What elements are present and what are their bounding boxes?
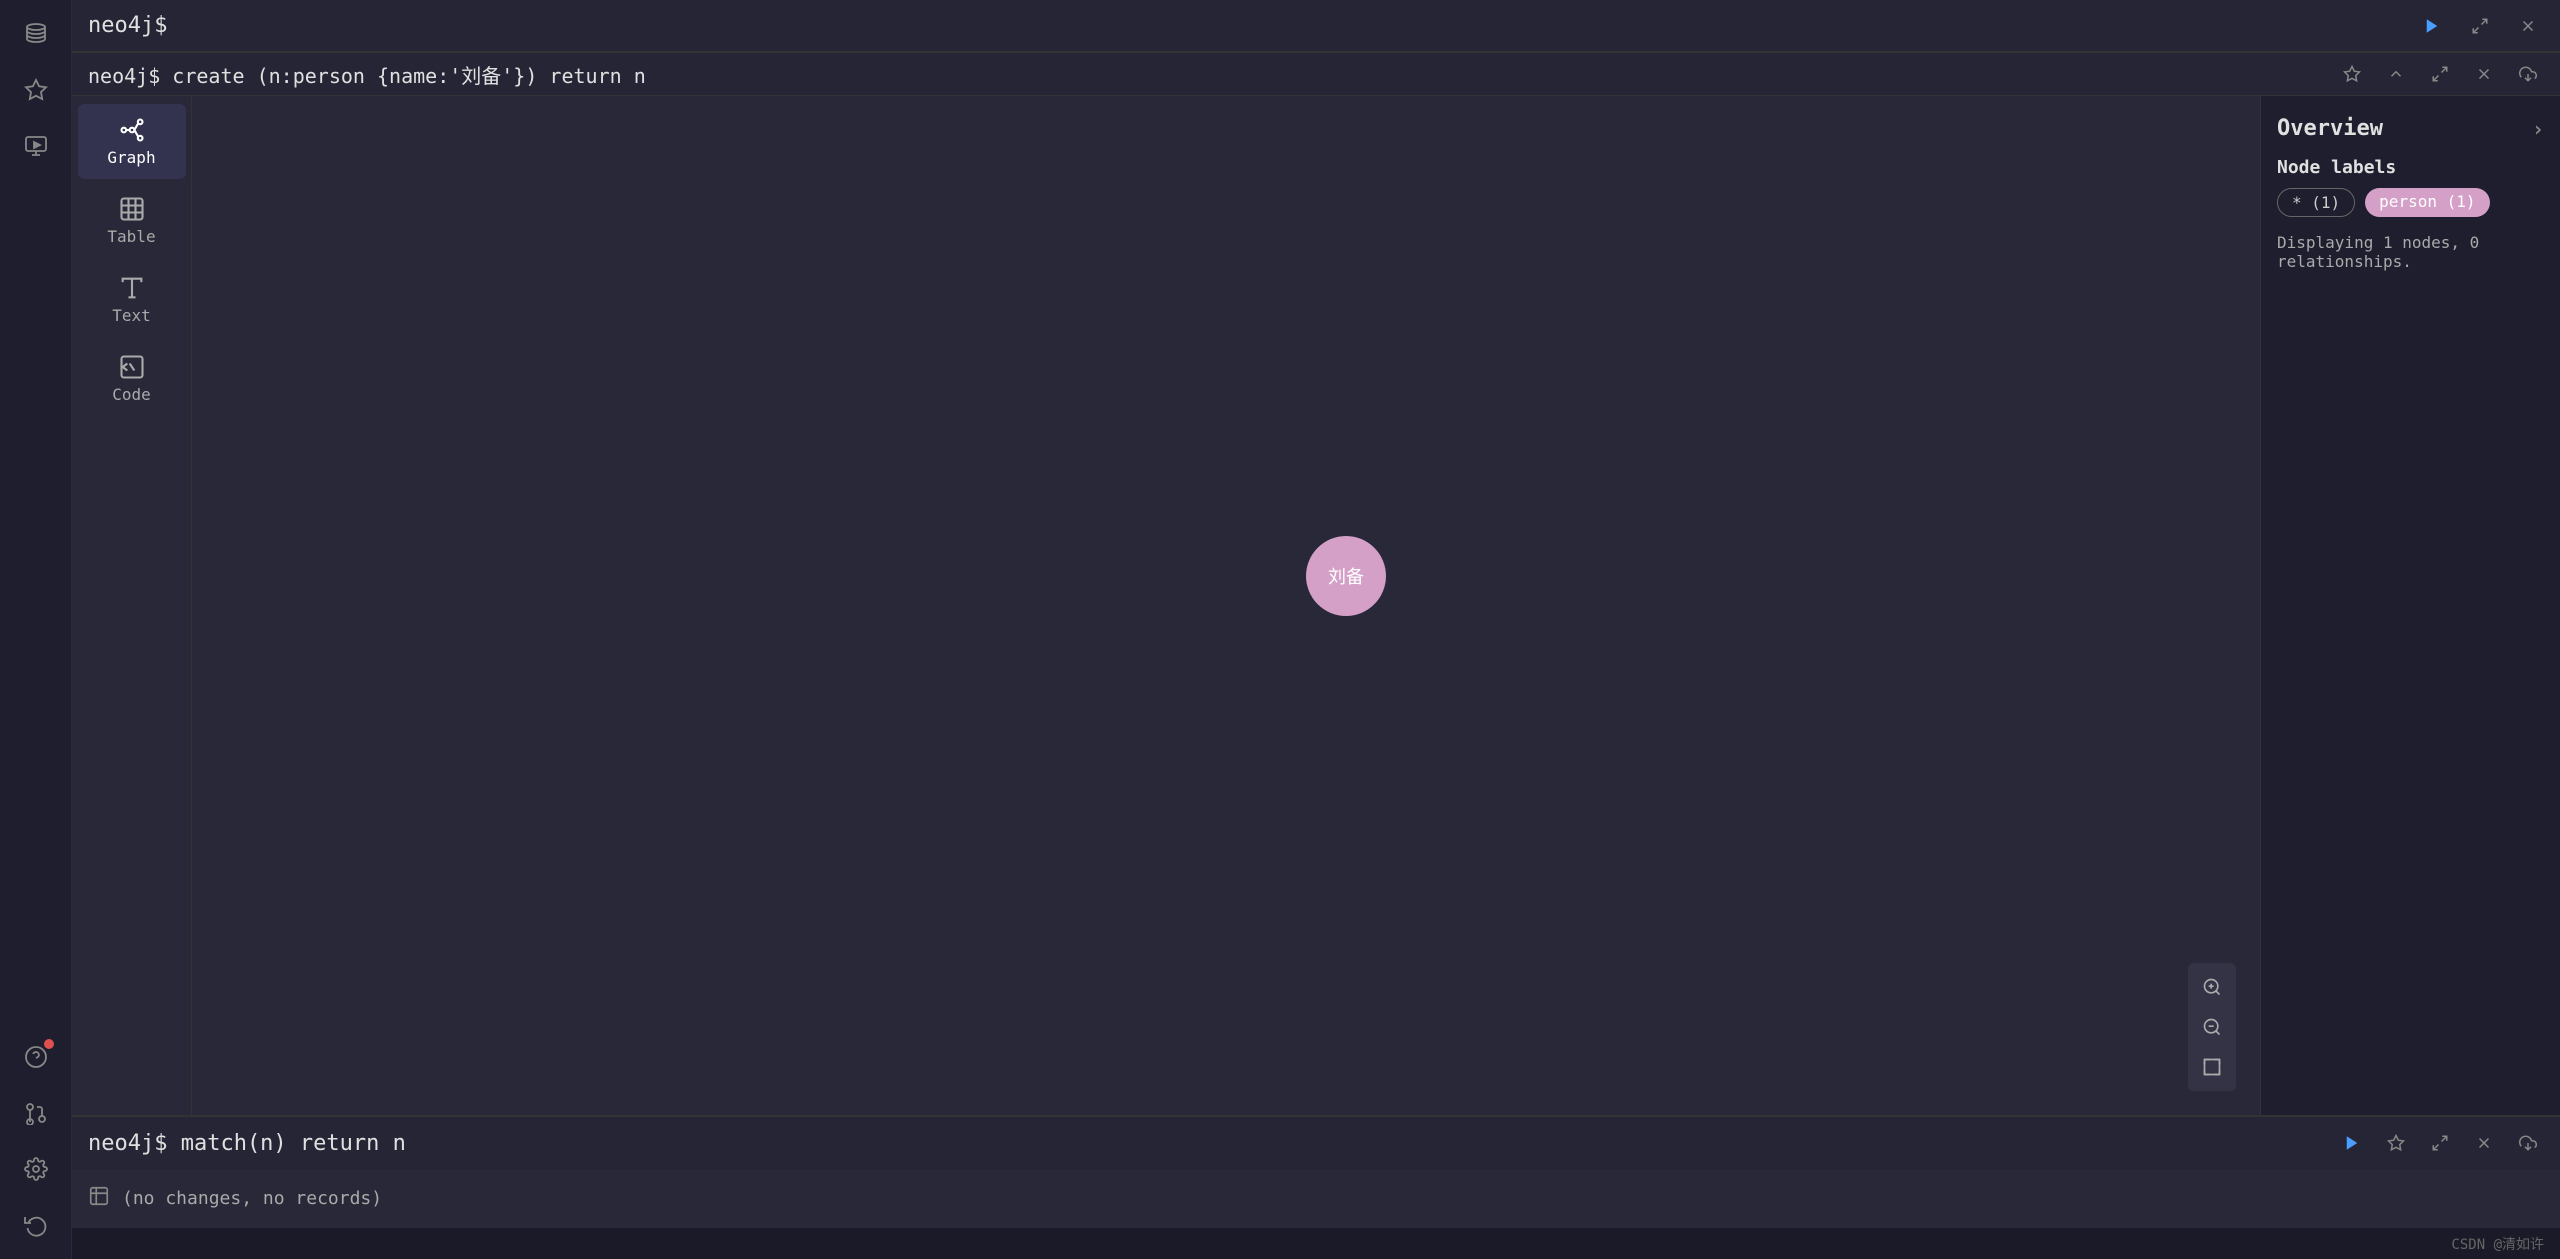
top-bar-query: neo4j$ <box>88 13 167 38</box>
sidebar <box>0 0 72 1259</box>
help-icon[interactable] <box>12 1033 60 1081</box>
bottom-run-button[interactable] <box>2336 1127 2368 1159</box>
first-panel-query: neo4j$ create (n:person {name:'刘备'}) ret… <box>88 60 646 89</box>
text-view-item[interactable]: Text <box>78 262 186 337</box>
overview-panel: Overview › Node labels * (1) person (1) … <box>2260 96 2560 1115</box>
overview-title: Overview › <box>2277 116 2544 141</box>
zoom-out-button[interactable] <box>2194 1009 2230 1045</box>
query-panel: neo4j$ create (n:person {name:'刘备'}) ret… <box>72 52 2560 1259</box>
node-label: 刘备 <box>1328 563 1364 589</box>
bottom-save-button[interactable] <box>2512 1127 2544 1159</box>
node-labels-title: Node labels <box>2277 157 2544 178</box>
bottom-expand-button[interactable] <box>2424 1127 2456 1159</box>
overview-chevron-icon[interactable]: › <box>2532 117 2544 141</box>
first-result-area: Graph Table <box>72 96 2560 1115</box>
table-label: Table <box>107 227 155 246</box>
bottom-panel-actions <box>2336 1127 2544 1159</box>
undo-icon[interactable] <box>12 1201 60 1249</box>
top-bar: neo4j$ <box>72 0 2560 52</box>
collapse-button[interactable] <box>2380 58 2412 90</box>
top-bar-actions <box>2416 10 2544 42</box>
pin-button[interactable] <box>2336 58 2368 90</box>
overview-description: Displaying 1 nodes, 0 relationships. <box>2277 233 2544 271</box>
bottom-panel: neo4j$ match(n) return n <box>72 1115 2560 1227</box>
bottom-result-row: (no changes, no records) <box>72 1169 2560 1227</box>
graph-label: Graph <box>107 148 155 167</box>
run-button[interactable] <box>2416 10 2448 42</box>
status-text: CSDN @清如许 <box>2451 1234 2544 1254</box>
table-view-item[interactable]: Table <box>78 183 186 258</box>
close-top-button[interactable] <box>2512 10 2544 42</box>
settings-icon[interactable] <box>12 1145 60 1193</box>
database-icon[interactable] <box>12 10 60 58</box>
play-monitor-icon[interactable] <box>12 122 60 170</box>
graph-view-item[interactable]: Graph <box>78 104 186 179</box>
fit-button[interactable] <box>2194 1049 2230 1085</box>
bottom-close-button[interactable] <box>2468 1127 2500 1159</box>
code-label: Code <box>112 385 151 404</box>
save-button[interactable] <box>2512 58 2544 90</box>
expand-panel-button[interactable] <box>2424 58 2456 90</box>
zoom-controls <box>2188 963 2236 1091</box>
bottom-panel-header: neo4j$ match(n) return n <box>72 1117 2560 1169</box>
graph-node[interactable]: 刘备 <box>1306 536 1386 616</box>
node-labels-row: * (1) person (1) <box>2277 188 2544 217</box>
person-label-badge[interactable]: person (1) <box>2365 188 2489 217</box>
first-panel-header: neo4j$ create (n:person {name:'刘备'}) ret… <box>72 52 2560 96</box>
view-selector: Graph Table <box>72 96 192 1115</box>
code-view-item[interactable]: Code <box>78 341 186 416</box>
connection-icon[interactable] <box>12 1089 60 1137</box>
first-panel-actions <box>2336 58 2544 90</box>
table-icon <box>88 1185 110 1211</box>
no-changes-text: (no changes, no records) <box>122 1188 382 1209</box>
star-icon[interactable] <box>12 66 60 114</box>
graph-canvas[interactable]: 刘备 <box>192 96 2260 1115</box>
status-bar: CSDN @清如许 <box>72 1227 2560 1259</box>
expand-button[interactable] <box>2464 10 2496 42</box>
main-content: neo4j$ <box>72 0 2560 1259</box>
text-label: Text <box>112 306 151 325</box>
close-panel-button[interactable] <box>2468 58 2500 90</box>
zoom-in-button[interactable] <box>2194 969 2230 1005</box>
all-label-badge[interactable]: * (1) <box>2277 188 2355 217</box>
bottom-pin-button[interactable] <box>2380 1127 2412 1159</box>
bottom-panel-query: neo4j$ match(n) return n <box>88 1131 406 1156</box>
